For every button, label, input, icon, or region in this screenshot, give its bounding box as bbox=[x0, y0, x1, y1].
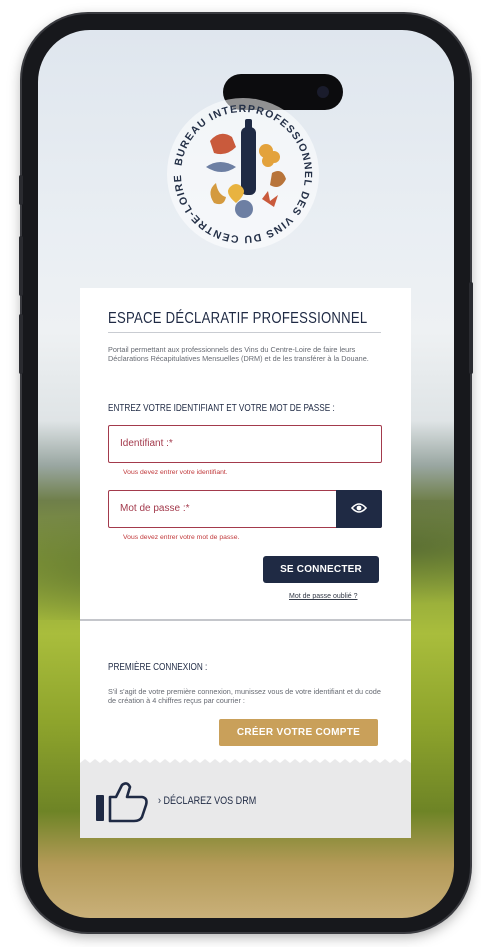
phone-volume-down-button bbox=[19, 314, 23, 374]
intro-text: Portail permettant aux professionnels de… bbox=[108, 345, 369, 364]
declare-drm-banner[interactable]: › DÉCLAREZ VOS DRM bbox=[80, 759, 411, 838]
thumbs-up-icon bbox=[96, 782, 148, 823]
first-login-text: S'il s'agit de votre première connexion,… bbox=[108, 687, 381, 706]
title-divider bbox=[108, 332, 381, 333]
identifiant-placeholder: Identifiant :* bbox=[120, 438, 173, 449]
identifiant-error: Vous devez entrer votre identifiant. bbox=[123, 469, 228, 476]
declare-drm-label: › DÉCLAREZ VOS DRM bbox=[158, 795, 257, 807]
login-card: ESPACE DÉCLARATIF PROFESSIONNEL Portail … bbox=[80, 288, 411, 838]
connect-button[interactable]: SE CONNECTER bbox=[263, 556, 379, 583]
create-account-button[interactable]: CRÉER VOTRE COMPTE bbox=[219, 719, 378, 746]
phone-side-button bbox=[19, 175, 23, 205]
identifiant-field[interactable]: Identifiant :* bbox=[108, 425, 382, 463]
bivc-logo: BUREAU INTERPROFESSIONNEL DES VINS DU CE… bbox=[167, 98, 319, 250]
password-placeholder: Mot de passe :* bbox=[120, 503, 190, 514]
phone-power-button bbox=[469, 282, 473, 374]
password-error: Vous devez entrer votre mot de passe. bbox=[123, 534, 240, 541]
password-field[interactable]: Mot de passe :* bbox=[108, 490, 382, 528]
zigzag-edge bbox=[80, 759, 411, 767]
page-title: ESPACE DÉCLARATIF PROFESSIONNEL bbox=[108, 310, 368, 327]
eye-icon bbox=[351, 503, 367, 513]
phone-volume-up-button bbox=[19, 236, 23, 296]
show-password-button[interactable] bbox=[336, 490, 382, 528]
first-login-label: PREMIÈRE CONNEXION : bbox=[108, 662, 208, 673]
forgot-password-link[interactable]: Mot de passe oublié ? bbox=[289, 593, 358, 600]
credentials-label: ENTREZ VOTRE IDENTIFIANT ET VOTRE MOT DE… bbox=[108, 403, 335, 414]
section-divider bbox=[80, 619, 411, 621]
